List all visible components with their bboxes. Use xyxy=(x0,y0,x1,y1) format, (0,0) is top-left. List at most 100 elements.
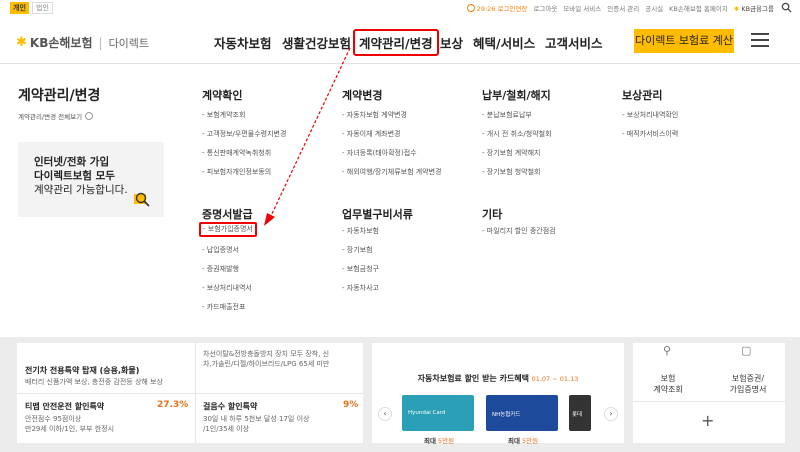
next-arrow-icon[interactable]: › xyxy=(604,407,618,421)
quick-policy-certificate[interactable]: 보험증권/ 가입증명서 xyxy=(713,373,783,395)
premium-calc-button[interactable]: 다이렉트 보험료 계산 xyxy=(634,29,734,53)
card-lotte[interactable]: 롯데 xyxy=(569,395,591,431)
nav-benefits[interactable]: 혜택/서비스 xyxy=(473,33,535,52)
heading-compensation[interactable]: 보상관리 xyxy=(622,87,662,103)
promo-line: 계약관리 가능합니다. xyxy=(34,184,128,196)
ev-terms-desc: 배터리 신품가액 보상, 충전중 감전등 상해 보상 xyxy=(25,378,163,386)
utility-links: 29:26 로그인연장 로그아웃 모바일 서비스 인증서 관리 공시실 KB손해… xyxy=(461,3,774,13)
list-contract-change: - 자동차보험 계약변경 - 자동이체 계좌변경 - 자녀등록(태아확정)접수 … xyxy=(342,106,442,182)
logo-direct: 다이렉트 xyxy=(108,36,150,50)
list-compensation: - 보상처리내역확인 - 매직카서비스이력 xyxy=(622,106,678,144)
menu-item[interactable]: - 자동이체 계좌변경 xyxy=(342,125,442,144)
menu-item[interactable]: - 자녀등록(태아확정)접수 xyxy=(342,144,442,163)
promo-line: 다이렉트보험 모두 xyxy=(34,170,115,182)
menu-item[interactable]: - 통신판매계약녹취청취 xyxy=(202,144,286,163)
menu-item[interactable]: - 피보험자개인정보동의 xyxy=(202,163,286,182)
mobile-service-link[interactable]: 모바일 서비스 xyxy=(563,3,601,13)
logout-link[interactable]: 로그아웃 xyxy=(533,3,557,13)
menu-item[interactable]: - 보상처리내역확인 xyxy=(622,106,678,125)
kb-group-link[interactable]: ✱ KB금융그룹 xyxy=(734,3,774,13)
menu-item[interactable]: - 개시 전 취소/청약철회 xyxy=(482,125,552,144)
menu-item[interactable]: - 자동차사고 xyxy=(342,279,379,298)
header: ✱ KB손해보험 | 다이렉트 자동차보험 생활건강보험 계약관리/변경 보상 … xyxy=(0,17,800,64)
tmap-terms-title[interactable]: 티맵 안전운전 할인특약 xyxy=(25,401,104,412)
menu-item[interactable]: - 자동차보험 xyxy=(342,222,379,241)
heading-certificates[interactable]: 증명서발급 xyxy=(202,206,253,222)
card-benefit-panel: 자동차보험료 할인 받는 카드혜택 01.07 ~ 01.13 ‹ Hyunda… xyxy=(372,343,624,445)
tmap-desc-1: 안전점수 95점이상 xyxy=(25,415,82,423)
document-icon: ▢ xyxy=(741,344,752,357)
promo-line: 인터넷/전화 가입 xyxy=(34,156,110,168)
search-icon: ⚲ xyxy=(663,344,672,357)
menu-item[interactable]: - 증권재발행 xyxy=(202,260,257,279)
nav-auto-insurance[interactable]: 자동차보험 xyxy=(214,33,272,52)
prev-arrow-icon[interactable]: ‹ xyxy=(378,407,392,421)
adas-terms-line2: 차,가솔린/디젤/하이브리드/LPG 65세 미만 xyxy=(203,360,330,368)
menu-item[interactable]: - 장기보험 xyxy=(342,241,379,260)
background-content: 전기차 전용특약 탑재 (승용,화물) 배터리 신품가액 보상, 충전중 감전등… xyxy=(0,337,800,452)
menu-item-insurance-certificate[interactable]: - 보험가입증명서 xyxy=(199,222,257,237)
menu-item[interactable]: - 분납보험료납부 xyxy=(482,106,552,125)
steps-discount: 9% xyxy=(343,400,359,410)
card-benefit-title: 자동차보험료 할인 받는 카드혜택 01.07 ~ 01.13 xyxy=(417,374,579,383)
adas-terms-line1: 차선이탈&전방충돌방지 장치 모두 장착, 신 xyxy=(203,350,330,358)
magnifier-icon xyxy=(134,192,150,207)
nav-life-health[interactable]: 생활건강보험 xyxy=(282,33,351,52)
list-etc: - 마일리지 할인 중간점검 xyxy=(482,222,556,241)
nav-compensation[interactable]: 보상 xyxy=(440,33,463,52)
menu-item[interactable]: - 보험계약조회 xyxy=(202,106,286,125)
logo-separator: | xyxy=(98,35,103,50)
menu-item[interactable]: - 보험금청구 xyxy=(342,260,379,279)
heading-etc[interactable]: 기타 xyxy=(482,206,502,222)
chevron-right-icon xyxy=(85,112,94,120)
list-contract-check: - 보험계약조회 - 고객정보/우편물수령지변경 - 통신판매계약녹취청취 - … xyxy=(202,106,286,182)
list-documents: - 자동차보험 - 장기보험 - 보험금청구 - 자동차사고 xyxy=(342,222,379,298)
tmap-desc-2: 만29세 이하/1인, 부부 한정시 xyxy=(25,425,115,433)
menu-item[interactable]: - 카드매출전표 xyxy=(202,298,257,317)
certificate-link[interactable]: 인증서 관리 xyxy=(607,3,639,13)
steps-terms-title[interactable]: 걸음수 할인특약 xyxy=(203,401,257,412)
menu-item[interactable]: - 납입증명서 xyxy=(202,241,257,260)
menu-item[interactable]: - 자동차보험 계약변경 xyxy=(342,106,442,125)
ev-terms-title[interactable]: 전기차 전용특약 탑재 (승용,화물) xyxy=(25,365,139,376)
quick-menu-panel: ⚲ 보험 계약조회 ▢ 보험증권/ 가입증명서 + xyxy=(633,343,785,443)
menu-item[interactable]: - 보상처리내역서 xyxy=(202,279,257,298)
heading-contract-check[interactable]: 계약확인 xyxy=(202,87,242,103)
mega-title: 계약관리/변경 xyxy=(18,88,101,104)
list-certificates: - 보험가입증명서 - 납입증명서 - 증권재발행 - 보상처리내역서 - 카드… xyxy=(199,222,257,317)
personal-tab[interactable]: 개인 xyxy=(10,2,29,14)
nav-customer-service[interactable]: 고객서비스 xyxy=(545,33,603,52)
menu-item[interactable]: - 장기보험 청약철회 xyxy=(482,163,552,182)
hamburger-menu-icon[interactable] xyxy=(751,33,769,49)
quick-contract-inquiry[interactable]: 보험 계약조회 xyxy=(633,373,703,395)
menu-item[interactable]: - 장기보험 계약해지 xyxy=(482,144,552,163)
nav-contract-management[interactable]: 계약관리/변경 xyxy=(353,29,439,56)
special-terms-panel: 전기차 전용특약 탑재 (승용,화물) 배터리 신품가액 보상, 충전중 감전등… xyxy=(17,343,363,443)
heading-documents[interactable]: 업무별구비서류 xyxy=(342,206,413,222)
card-nh[interactable]: NH농협카드 xyxy=(486,395,558,431)
menu-item[interactable]: - 해외여행/장기체류보험 계약변경 xyxy=(342,163,442,182)
logo[interactable]: ✱ KB손해보험 | 다이렉트 xyxy=(16,34,149,51)
menu-item[interactable]: - 마일리지 할인 중간점검 xyxy=(482,222,556,241)
session-timer[interactable]: 29:26 로그인연장 xyxy=(466,3,527,13)
promo-box: 인터넷/전화 가입 다이렉트보험 모두 계약관리 가능합니다. xyxy=(18,142,164,217)
list-payment: - 분납보험료납부 - 개시 전 취소/청약철회 - 장기보험 계약해지 - 장… xyxy=(482,106,552,182)
clock-icon xyxy=(466,4,475,12)
view-all-link[interactable]: 계약관리/변경 전체보기 xyxy=(18,111,94,121)
menu-item[interactable]: - 고객정보/우편물수령지변경 xyxy=(202,125,286,144)
homepage-link[interactable]: KB손해보험 홈페이지 xyxy=(669,3,728,13)
plus-icon[interactable]: + xyxy=(701,411,714,430)
corporate-tab[interactable]: 법인 xyxy=(32,2,53,14)
menu-item[interactable]: - 매직카서비스이력 xyxy=(622,125,678,144)
kb-star-icon: ✱ xyxy=(16,35,27,50)
tmap-discount: 27.3% xyxy=(157,400,189,410)
heading-contract-change[interactable]: 계약변경 xyxy=(342,87,382,103)
search-icon[interactable] xyxy=(781,2,792,13)
kb-star-icon: ✱ xyxy=(733,5,740,13)
disclosure-link[interactable]: 공시실 xyxy=(645,3,663,13)
divider xyxy=(633,401,785,402)
heading-payment[interactable]: 납부/철회/해지 xyxy=(482,87,551,103)
card-max-2: 최대 5만원 xyxy=(508,437,539,445)
card-hyundai[interactable]: Hyundai Card xyxy=(402,395,474,431)
steps-desc-1: 30일 내 하루 5천보 달성 17일 이상 xyxy=(203,415,310,423)
